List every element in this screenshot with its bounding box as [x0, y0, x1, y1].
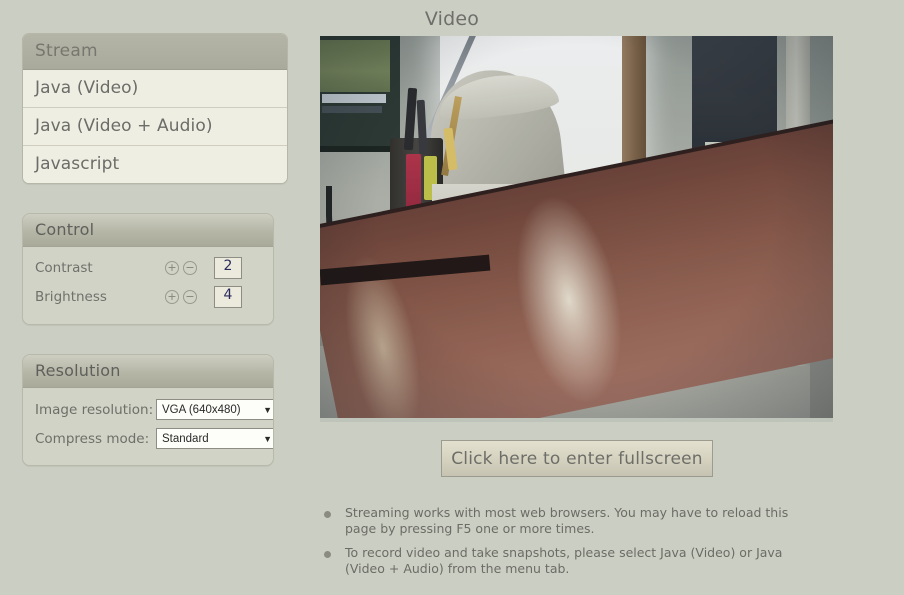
image-resolution-select[interactable]: VGA (640x480) ▼: [156, 399, 273, 420]
note-text: Streaming works with most web browsers. …: [345, 505, 789, 536]
stream-menu-header: Stream: [23, 34, 287, 70]
contrast-value-input[interactable]: 2: [214, 257, 242, 279]
note-text: To record video and take snapshots, plea…: [345, 545, 783, 576]
compress-mode-value: Standard: [162, 432, 209, 445]
image-resolution-label: Image resolution:: [35, 401, 154, 418]
minus-circle-icon[interactable]: −: [183, 290, 197, 304]
left-sidebar: Stream Java (Video) Java (Video + Audio)…: [22, 33, 288, 466]
sidebar-item-java-video-audio[interactable]: Java (Video + Audio): [23, 108, 287, 146]
compress-mode-select[interactable]: Standard ▼: [156, 428, 273, 449]
brightness-value-input[interactable]: 4: [214, 286, 242, 308]
enter-fullscreen-button[interactable]: Click here to enter fullscreen: [441, 440, 713, 477]
video-monitor-taskbar: [322, 106, 382, 113]
brightness-label: Brightness: [35, 289, 107, 305]
contrast-steppers: + −: [165, 261, 197, 275]
compress-mode-label: Compress mode:: [35, 430, 150, 447]
notes-list: Streaming works with most web browsers. …: [320, 505, 830, 585]
sidebar-item-javascript[interactable]: Javascript: [23, 146, 287, 183]
brightness-steppers: + −: [165, 290, 197, 304]
resolution-panel-body: Image resolution: VGA (640x480) ▼ Compre…: [23, 388, 273, 465]
image-resolution-row: Image resolution: VGA (640x480) ▼: [35, 396, 273, 423]
note-item: To record video and take snapshots, plea…: [320, 545, 830, 576]
chevron-down-icon: ▼: [263, 433, 272, 444]
control-panel-body: Contrast + − 2 Brightness + − 4: [23, 247, 273, 324]
plus-circle-icon[interactable]: +: [165, 261, 179, 275]
bullet-icon: [324, 511, 331, 518]
chevron-down-icon: ▼: [263, 404, 272, 415]
video-bottom-strip: [320, 418, 833, 422]
image-resolution-value: VGA (640x480): [162, 403, 241, 416]
video-frame-content: CCTV: [320, 36, 833, 422]
brightness-row: Brightness + − 4: [35, 284, 261, 310]
contrast-label: Contrast: [35, 260, 93, 276]
resolution-panel-header: Resolution: [23, 355, 273, 388]
resolution-panel: Resolution Image resolution: VGA (640x48…: [22, 354, 274, 466]
plus-circle-icon[interactable]: +: [165, 290, 179, 304]
video-stream[interactable]: CCTV: [320, 36, 833, 422]
bullet-icon: [324, 551, 331, 558]
sidebar-item-java-video[interactable]: Java (Video): [23, 70, 287, 108]
stream-menu-panel: Stream Java (Video) Java (Video + Audio)…: [22, 33, 288, 184]
contrast-row: Contrast + − 2: [35, 255, 261, 281]
video-monitor-screen: [320, 40, 390, 92]
page-title: Video: [424, 8, 480, 30]
note-item: Streaming works with most web browsers. …: [320, 505, 830, 536]
control-panel: Control Contrast + − 2 Brightness + − 4: [22, 213, 274, 325]
minus-circle-icon[interactable]: −: [183, 261, 197, 275]
video-monitor-toolbar: [322, 94, 386, 103]
control-panel-header: Control: [23, 214, 273, 247]
video-monitor: [320, 36, 400, 152]
compress-mode-row: Compress mode: Standard ▼: [35, 425, 273, 452]
